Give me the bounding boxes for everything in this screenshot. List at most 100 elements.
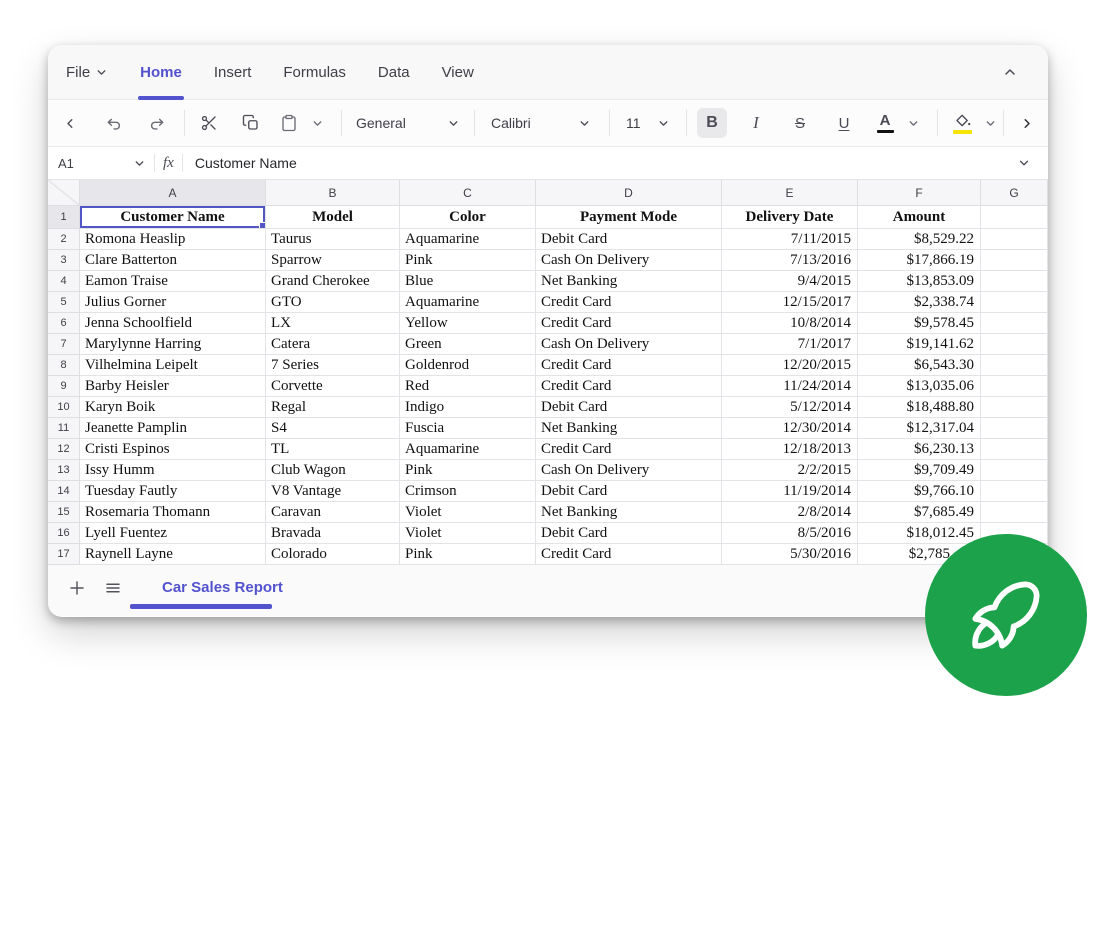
cell[interactable]: TL xyxy=(266,439,400,460)
row-number[interactable]: 15 xyxy=(48,502,80,523)
collapse-ribbon-button[interactable] xyxy=(998,57,1022,87)
cell[interactable]: Cash On Delivery xyxy=(536,334,722,355)
column-header-A[interactable]: A xyxy=(80,180,266,206)
cell[interactable]: $6,543.30 xyxy=(858,355,981,376)
column-header-G[interactable]: G xyxy=(981,180,1048,206)
cell[interactable]: 8/5/2016 xyxy=(722,523,858,544)
text-color-dropdown[interactable] xyxy=(901,108,925,138)
cell[interactable]: Green xyxy=(400,334,536,355)
column-header-F[interactable]: F xyxy=(858,180,981,206)
row-number[interactable]: 10 xyxy=(48,397,80,418)
cell[interactable]: 10/8/2014 xyxy=(722,313,858,334)
cell[interactable] xyxy=(981,206,1048,229)
menu-insert[interactable]: Insert xyxy=(214,45,252,99)
cell[interactable]: Lyell Fuentez xyxy=(80,523,266,544)
menu-data[interactable]: Data xyxy=(378,45,410,99)
column-header-B[interactable]: B xyxy=(266,180,400,206)
column-header-D[interactable]: D xyxy=(536,180,722,206)
cell[interactable]: Barby Heisler xyxy=(80,376,266,397)
cell[interactable] xyxy=(981,502,1048,523)
text-color-button[interactable]: A xyxy=(873,108,897,138)
fill-color-button[interactable] xyxy=(950,108,974,138)
cell[interactable]: $9,578.45 xyxy=(858,313,981,334)
cell[interactable] xyxy=(981,460,1048,481)
cell[interactable]: Customer Name xyxy=(80,206,266,229)
rocket-badge[interactable] xyxy=(925,534,1087,696)
cell[interactable]: 5/12/2014 xyxy=(722,397,858,418)
cell[interactable]: Cristi Espinos xyxy=(80,439,266,460)
cell[interactable]: $17,866.19 xyxy=(858,250,981,271)
cell[interactable]: Credit Card xyxy=(536,544,722,565)
cell[interactable]: Pink xyxy=(400,250,536,271)
cell[interactable]: Payment Mode xyxy=(536,206,722,229)
cell[interactable]: $18,012.45 xyxy=(858,523,981,544)
formula-input[interactable]: Customer Name xyxy=(195,155,297,171)
cell[interactable]: Catera xyxy=(266,334,400,355)
cell[interactable]: Cash On Delivery xyxy=(536,250,722,271)
paste-button[interactable] xyxy=(277,108,301,138)
cell[interactable]: Debit Card xyxy=(536,229,722,250)
cell[interactable]: Credit Card xyxy=(536,376,722,397)
menu-home[interactable]: Home xyxy=(140,45,182,99)
column-header-C[interactable]: C xyxy=(400,180,536,206)
menu-file[interactable]: File xyxy=(66,45,108,99)
toolbar-scroll-left-button[interactable] xyxy=(58,108,82,138)
row-number[interactable]: 16 xyxy=(48,523,80,544)
cell[interactable]: 5/30/2016 xyxy=(722,544,858,565)
row-number[interactable]: 1 xyxy=(48,206,80,229)
cell[interactable]: Aquamarine xyxy=(400,439,536,460)
cell[interactable] xyxy=(981,313,1048,334)
cell[interactable]: Debit Card xyxy=(536,481,722,502)
cell[interactable]: 7 Series xyxy=(266,355,400,376)
row-number[interactable]: 2 xyxy=(48,229,80,250)
font-size-dropdown[interactable]: 11 xyxy=(626,108,670,138)
cell[interactable]: Clare Batterton xyxy=(80,250,266,271)
cell[interactable] xyxy=(981,376,1048,397)
cell[interactable]: Raynell Layne xyxy=(80,544,266,565)
cell[interactable]: 2/8/2014 xyxy=(722,502,858,523)
cell[interactable]: 7/11/2015 xyxy=(722,229,858,250)
cell[interactable]: 12/15/2017 xyxy=(722,292,858,313)
cell[interactable]: Violet xyxy=(400,523,536,544)
row-number[interactable]: 14 xyxy=(48,481,80,502)
cell[interactable]: $18,488.80 xyxy=(858,397,981,418)
cell[interactable]: Romona Heaslip xyxy=(80,229,266,250)
cell-reference-dropdown[interactable]: A1 xyxy=(58,156,146,171)
cell[interactable]: $13,035.06 xyxy=(858,376,981,397)
cell[interactable]: Red xyxy=(400,376,536,397)
redo-button[interactable] xyxy=(144,108,168,138)
row-number[interactable]: 7 xyxy=(48,334,80,355)
cell[interactable]: Eamon Traise xyxy=(80,271,266,292)
cell[interactable]: $9,709.49 xyxy=(858,460,981,481)
cell[interactable]: Marylynne Harring xyxy=(80,334,266,355)
cell[interactable]: Debit Card xyxy=(536,523,722,544)
menu-view[interactable]: View xyxy=(442,45,474,99)
cell[interactable]: Fuscia xyxy=(400,418,536,439)
cell[interactable] xyxy=(981,334,1048,355)
cell[interactable]: Net Banking xyxy=(536,271,722,292)
italic-button[interactable]: I xyxy=(741,108,771,138)
cell[interactable]: Goldenrod xyxy=(400,355,536,376)
sheet-list-button[interactable] xyxy=(102,577,124,599)
cell[interactable]: Pink xyxy=(400,460,536,481)
cell[interactable]: Colorado xyxy=(266,544,400,565)
cell[interactable]: Aquamarine xyxy=(400,292,536,313)
cell[interactable]: Taurus xyxy=(266,229,400,250)
cell[interactable]: $2,338.74 xyxy=(858,292,981,313)
cell[interactable]: Color xyxy=(400,206,536,229)
cell[interactable]: 2/2/2015 xyxy=(722,460,858,481)
cell[interactable]: 12/18/2013 xyxy=(722,439,858,460)
cell[interactable]: Model xyxy=(266,206,400,229)
expand-formula-bar-button[interactable] xyxy=(1012,148,1036,178)
cell[interactable] xyxy=(981,229,1048,250)
cell[interactable]: Jeanette Pamplin xyxy=(80,418,266,439)
cell[interactable]: Corvette xyxy=(266,376,400,397)
cell[interactable]: 11/24/2014 xyxy=(722,376,858,397)
row-number[interactable]: 3 xyxy=(48,250,80,271)
cell[interactable]: S4 xyxy=(266,418,400,439)
cut-button[interactable] xyxy=(197,108,221,138)
cell[interactable]: $12,317.04 xyxy=(858,418,981,439)
cell[interactable]: Karyn Boik xyxy=(80,397,266,418)
cell[interactable]: Debit Card xyxy=(536,397,722,418)
menu-formulas[interactable]: Formulas xyxy=(283,45,346,99)
